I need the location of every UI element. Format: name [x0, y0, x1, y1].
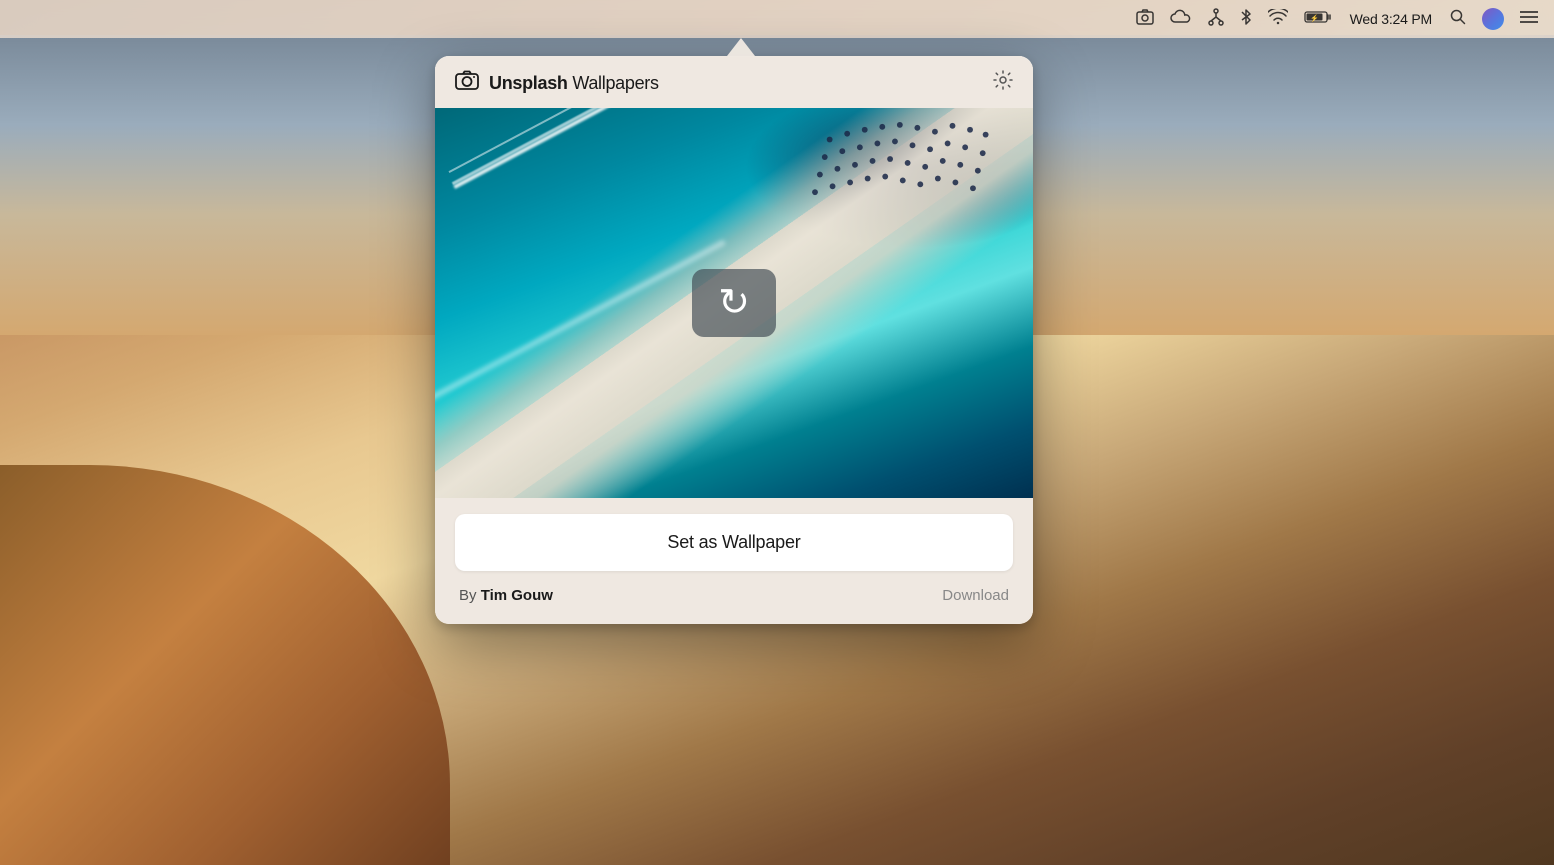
download-button[interactable]: Download	[942, 587, 1009, 604]
menubar: ⚡ Wed 3:24 PM	[0, 0, 1554, 38]
menubar-time: Wed 3:24 PM	[1350, 11, 1432, 27]
popup-title-group: Unsplash Wallpapers	[455, 70, 659, 96]
fork-icon[interactable]	[1208, 8, 1224, 31]
bluetooth-icon[interactable]	[1240, 8, 1252, 31]
search-icon[interactable]	[1450, 9, 1466, 30]
svg-text:⚡: ⚡	[1310, 13, 1319, 22]
menubar-icons: ⚡	[1136, 8, 1332, 31]
beach-umbrellas	[800, 120, 1015, 315]
popup-credits: By Tim Gouw Download	[455, 587, 1013, 604]
popup-header: Unsplash Wallpapers	[435, 56, 1033, 108]
battery-icon[interactable]: ⚡	[1304, 10, 1332, 29]
popup-title: Unsplash Wallpapers	[489, 73, 659, 94]
popup-panel: Unsplash Wallpapers	[435, 56, 1033, 624]
credit-prefix: By	[459, 587, 477, 604]
cloud-icon[interactable]	[1170, 9, 1192, 30]
wifi-icon[interactable]	[1268, 9, 1288, 30]
wallpaper-image[interactable]: ↻	[435, 108, 1033, 498]
user-icon[interactable]	[1482, 8, 1504, 30]
popup-footer: Set as Wallpaper By Tim Gouw Download	[435, 498, 1033, 624]
credit-text: By Tim Gouw	[459, 587, 553, 604]
settings-button[interactable]	[993, 70, 1013, 96]
set-wallpaper-button[interactable]: Set as Wallpaper	[455, 514, 1013, 571]
menubar-right-icons	[1450, 8, 1538, 30]
refresh-button[interactable]: ↻	[692, 269, 776, 337]
refresh-icon: ↻	[718, 284, 750, 322]
photographer-name: Tim Gouw	[481, 587, 553, 604]
popup-arrow	[727, 38, 755, 56]
menu-icon[interactable]	[1520, 10, 1538, 29]
camera-icon	[455, 70, 479, 96]
screenshot-icon[interactable]	[1136, 9, 1154, 30]
